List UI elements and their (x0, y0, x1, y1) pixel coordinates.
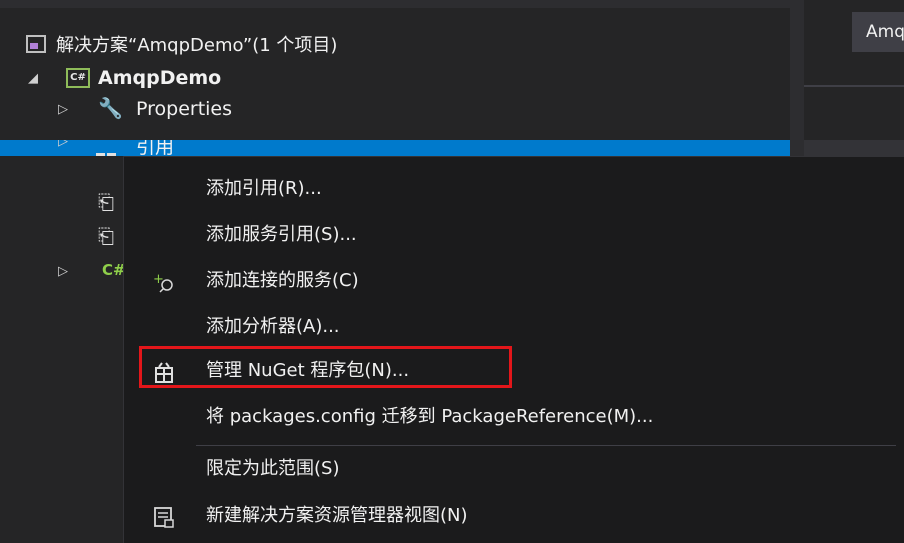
menu-item-label: 添加引用(R)... (206, 178, 322, 199)
menu-item-label: 添加分析器(A)... (206, 316, 340, 337)
collapsed-arrow-icon[interactable]: ▷ (58, 140, 68, 149)
menu-item-label: 管理 NuGet 程序包(N)... (206, 360, 410, 381)
menu-item-migrate-packages[interactable]: 将 packages.config 迁移到 PackageReference(M… (124, 394, 904, 440)
menu-item-scope-to-this[interactable]: 限定为此范围(S) (124, 446, 904, 492)
file-icon: ⎗ (98, 224, 114, 248)
project-label: AmqpDemo (98, 67, 222, 89)
divider (804, 85, 904, 87)
menu-item-add-service-reference[interactable]: 添加服务引用(S)... (124, 212, 904, 258)
menu-item-label: 添加连接的服务(C) (206, 270, 359, 291)
document-tab[interactable]: Amq (852, 12, 904, 52)
tree-node-solution[interactable]: 解决方案“AmqpDemo”(1 个项目) (0, 28, 790, 60)
tree-node-properties[interactable]: ▷ 🔧 Properties (0, 93, 790, 125)
menu-item-add-analyzer[interactable]: 添加分析器(A)... (124, 304, 904, 350)
ide-window: 解决方案“AmqpDemo”(1 个项目) ◢ C# AmqpDemo ▷ 🔧 … (0, 0, 904, 543)
csharp-project-icon: C# (66, 68, 90, 88)
menu-item-new-explorer-view[interactable]: 新建解决方案资源管理器视图(N) (124, 493, 904, 539)
explorer-header-strip (0, 0, 790, 8)
references-label: 引用 (136, 140, 175, 156)
solution-label: 解决方案“AmqpDemo”(1 个项目) (56, 35, 338, 56)
collapsed-arrow-icon[interactable]: ▷ (58, 264, 68, 279)
menu-item-add-connected-service[interactable]: + 添加连接的服务(C) (124, 258, 904, 304)
editor-bar (804, 140, 904, 156)
connected-service-icon: + (152, 270, 176, 294)
nuget-package-icon (152, 360, 176, 384)
menu-item-label: 新建解决方案资源管理器视图(N) (206, 505, 468, 526)
expanded-arrow-icon[interactable]: ◢ (28, 71, 38, 86)
wrench-icon: 🔧 (98, 96, 123, 120)
menu-item-add-reference[interactable]: 添加引用(R)... (124, 166, 904, 212)
solution-icon (26, 35, 46, 53)
menu-item-label: 添加服务引用(S)... (206, 224, 357, 245)
file-icon: ⎗ (98, 190, 114, 214)
properties-label: Properties (136, 98, 233, 120)
menu-item-label: 限定为此范围(S) (206, 458, 340, 479)
menu-item-manage-nuget[interactable]: 管理 NuGet 程序包(N)... (124, 348, 904, 394)
references-icon (96, 146, 122, 156)
tree-node-project[interactable]: ◢ C# AmqpDemo (0, 62, 790, 94)
collapsed-arrow-icon[interactable]: ▷ (58, 102, 68, 117)
menu-item-label: 将 packages.config 迁移到 PackageReference(M… (206, 406, 654, 427)
new-explorer-view-icon (152, 505, 176, 529)
context-menu: 添加引用(R)... 添加服务引用(S)... + 添加连接的服务(C) 添加分… (123, 156, 904, 543)
tree-node-references[interactable]: ▷ 引用 (0, 140, 790, 156)
